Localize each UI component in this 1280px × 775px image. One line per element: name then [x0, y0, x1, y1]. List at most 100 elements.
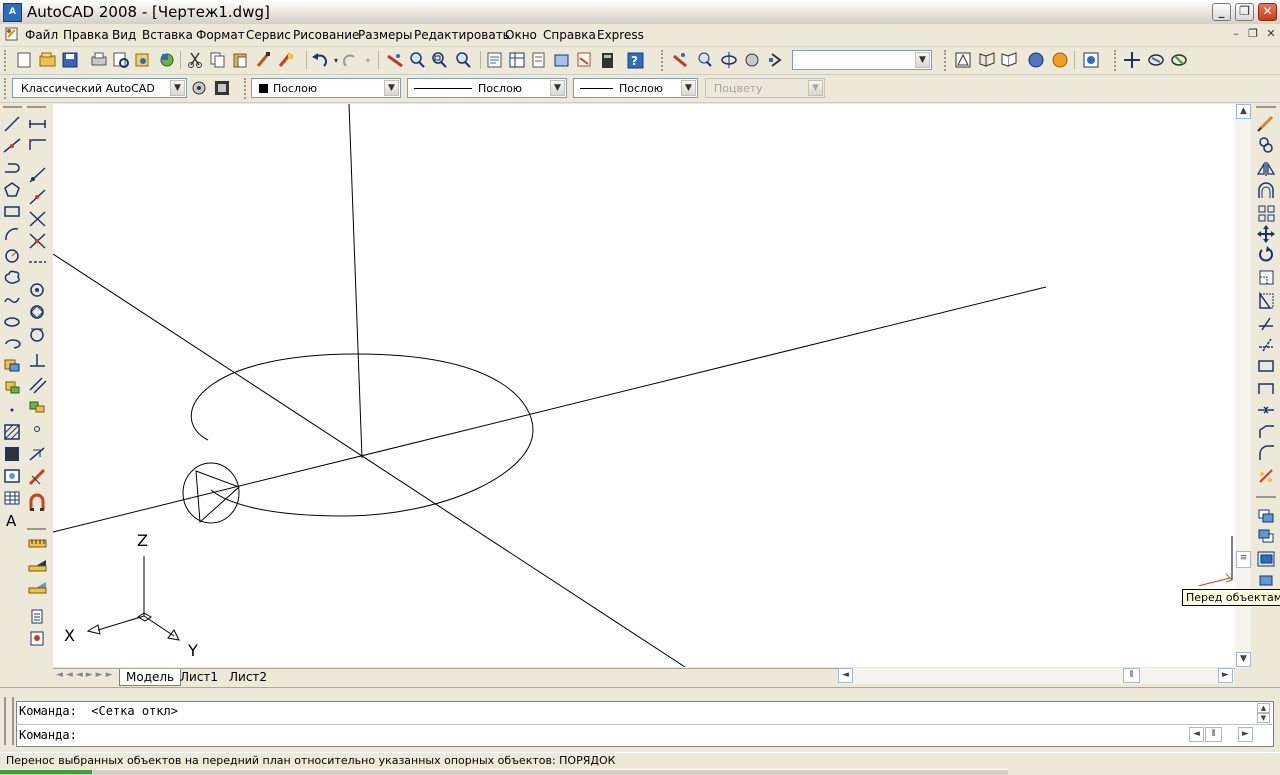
snap-perpendicular-icon[interactable]: [30, 354, 45, 367]
polyline-edit-icon[interactable]: [29, 167, 46, 183]
snap-insert-icon[interactable]: [29, 401, 45, 413]
extend-object-icon[interactable]: [1259, 338, 1273, 352]
menu-dimension[interactable]: Размеры: [358, 28, 413, 42]
view-combo[interactable]: ▼: [792, 50, 932, 70]
zoom-realtime-icon[interactable]: [410, 52, 425, 68]
tab-layout1[interactable]: Лист1: [180, 669, 218, 685]
doc-minimize-button[interactable]: –: [1228, 27, 1244, 42]
menu-window[interactable]: Окно: [505, 28, 537, 42]
mass-properties-icon[interactable]: [28, 582, 47, 594]
join-icon[interactable]: [1258, 406, 1274, 414]
command-scroll-left[interactable]: ◄: [1189, 727, 1204, 742]
dim-aligned-icon[interactable]: [29, 139, 46, 150]
scroll-left-button[interactable]: ◄: [838, 668, 853, 683]
distance-icon[interactable]: [28, 539, 47, 548]
polygon-icon[interactable]: [4, 182, 20, 197]
toolbar-grip[interactable]: [4, 78, 10, 99]
horizontal-scrollbar[interactable]: [838, 668, 1234, 684]
menu-insert[interactable]: Вставка: [142, 28, 193, 42]
axis-line-diagonal[interactable]: [53, 253, 686, 667]
toolbar-grip[interactable]: [244, 78, 250, 99]
menu-tools[interactable]: Сервис: [246, 28, 291, 42]
break-at-point-icon[interactable]: [1258, 360, 1274, 372]
vertical-scroll-thumb[interactable]: ≡: [1236, 551, 1251, 568]
pan-realtime-icon[interactable]: [387, 54, 403, 68]
menu-express[interactable]: Express: [597, 28, 644, 42]
break-icon[interactable]: [1258, 383, 1274, 394]
drawing-canvas[interactable]: Z X Y: [53, 104, 1235, 667]
region-icon[interactable]: [4, 469, 20, 483]
rectangle-icon[interactable]: [4, 206, 20, 217]
undo-icon[interactable]: ▾: [312, 53, 338, 67]
redo-icon[interactable]: ▾: [343, 54, 370, 67]
match-properties-icon[interactable]: [256, 52, 270, 67]
3d-dwf-icon[interactable]: [160, 53, 174, 67]
toolbar-grip[interactable]: [661, 50, 667, 71]
intersection-icon[interactable]: [29, 233, 46, 249]
rotate-icon[interactable]: [1259, 246, 1273, 262]
ellipse-icon[interactable]: [4, 317, 20, 327]
revision-cloud-icon[interactable]: [4, 270, 20, 284]
scroll-down-button[interactable]: ▼: [1236, 652, 1251, 667]
3d-hidden-icon[interactable]: [1001, 52, 1017, 67]
spline-icon[interactable]: [4, 297, 20, 304]
close-button[interactable]: ✕: [1258, 3, 1277, 21]
command-window-grip[interactable]: [4, 697, 14, 745]
multiline-text-icon[interactable]: A: [6, 512, 17, 530]
walk-icon[interactable]: [745, 53, 759, 67]
open-file-icon[interactable]: [39, 52, 56, 67]
menu-file[interactable]: Файл: [25, 28, 58, 42]
hatch-icon[interactable]: [4, 424, 20, 440]
snap-nearest-icon[interactable]: [29, 447, 45, 461]
scroll-up-button[interactable]: ▲: [1236, 104, 1251, 119]
axis-line-vertical[interactable]: [348, 104, 363, 459]
bring-to-front-icon[interactable]: [1258, 509, 1274, 523]
chevron-down-icon[interactable]: ▼: [170, 80, 185, 96]
ellipse-arc-icon[interactable]: [5, 339, 21, 349]
color-control-combo[interactable]: Послою ▼: [251, 78, 401, 98]
offset-icon[interactable]: [1258, 182, 1274, 198]
send-to-back-icon[interactable]: [1258, 529, 1274, 543]
restore-button[interactable]: ❐: [1235, 3, 1254, 21]
trim-icon[interactable]: [29, 211, 46, 227]
osnap-settings-icon[interactable]: [29, 493, 45, 511]
markup-set-manager-icon[interactable]: [577, 52, 591, 67]
zoom-previous-icon[interactable]: [456, 52, 471, 68]
menu-view[interactable]: Вид: [112, 28, 136, 42]
make-block-icon[interactable]: [5, 381, 20, 394]
arc-icon[interactable]: [5, 228, 19, 241]
list-icon[interactable]: [31, 609, 43, 624]
tab-layout2[interactable]: Лист2: [229, 669, 267, 685]
new-file-icon[interactable]: [17, 52, 31, 68]
table-icon[interactable]: [4, 491, 20, 505]
chevron-down-icon[interactable]: ▼: [915, 52, 930, 68]
paste-icon[interactable]: [233, 53, 247, 68]
vertical-scrollbar[interactable]: [1235, 104, 1251, 668]
chevron-down-icon[interactable]: ▼: [384, 80, 399, 96]
zoom-window-icon[interactable]: [432, 52, 447, 68]
command-prompt[interactable]: Команда:: [19, 728, 77, 742]
menu-edit[interactable]: Правка: [63, 28, 109, 42]
workspace-combo[interactable]: Классический AutoCAD ▼: [12, 78, 187, 98]
scroll-right-button[interactable]: ►: [1218, 668, 1233, 683]
menu-help[interactable]: Справка: [543, 28, 596, 42]
menu-draw[interactable]: Рисование: [293, 28, 359, 42]
command-scroll-down[interactable]: ▼: [1257, 713, 1270, 723]
menu-format[interactable]: Формат: [196, 28, 245, 42]
help-icon[interactable]: ?: [627, 52, 644, 69]
orbit-icon[interactable]: [721, 52, 737, 68]
quickcalc-icon[interactable]: [602, 53, 613, 68]
zoom-extents-icon[interactable]: [698, 52, 712, 67]
continuous-orbit-icon[interactable]: [1171, 54, 1187, 66]
2d-wireframe-icon[interactable]: [955, 52, 971, 68]
line-icon[interactable]: [4, 116, 20, 132]
command-scroll-right[interactable]: ►: [1238, 727, 1253, 742]
command-scroll-up[interactable]: ▲: [1257, 703, 1270, 713]
my-workspace-icon[interactable]: [215, 81, 229, 95]
snap-none-icon[interactable]: [28, 468, 46, 486]
polyline-icon[interactable]: [5, 163, 20, 173]
stretch-icon[interactable]: [1259, 291, 1274, 309]
mirror-icon[interactable]: [1256, 161, 1276, 176]
move-icon[interactable]: [1257, 225, 1275, 243]
sheet-set-manager-icon[interactable]: [554, 54, 569, 67]
